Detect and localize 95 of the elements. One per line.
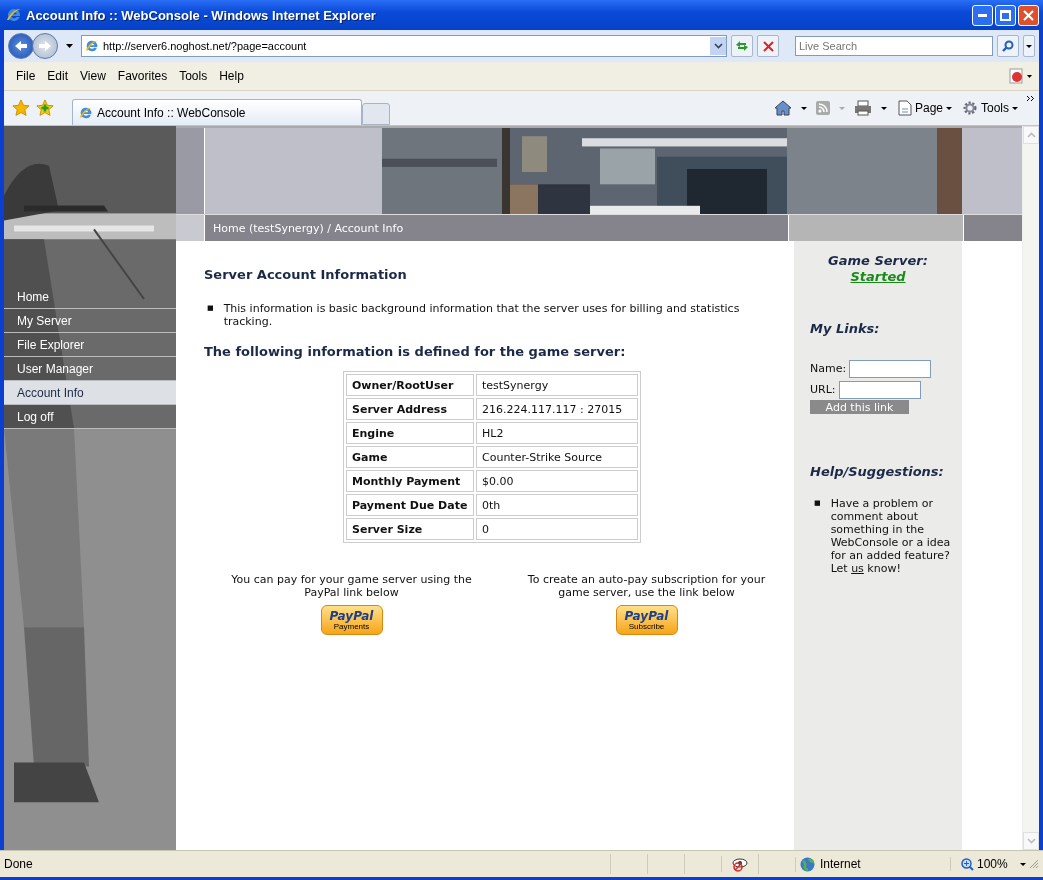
table-cell: 0 [476, 518, 638, 540]
maximize-button[interactable] [995, 4, 1016, 26]
back-button[interactable] [8, 33, 34, 59]
chevron-down-icon [1026, 838, 1036, 844]
table-cell: 0th [476, 494, 638, 516]
payment-text: You can pay for your game server using the PayPal link below [230, 573, 473, 599]
table-cell: testSynergy [476, 374, 638, 396]
links-heading: My Links: [810, 321, 880, 336]
page-icon [897, 100, 912, 116]
tools-menu-button[interactable]: Tools [960, 100, 1020, 116]
caret-icon [946, 106, 952, 110]
back-arrow-icon [14, 40, 28, 52]
search-options-button[interactable] [1023, 35, 1035, 57]
table-cell: HL2 [476, 422, 638, 444]
nav-item[interactable]: File Explorer [4, 333, 176, 357]
payment-text: To create an auto-pay subscription for your game server, use the link below [526, 573, 767, 599]
table-cell: $0.00 [476, 470, 638, 492]
paypal-button[interactable]: PayPal Payments [320, 605, 383, 635]
info-text: This information is basic background information that the server uses for billing and statistics tracking. [223, 302, 741, 328]
chevron-up-icon [1026, 132, 1036, 138]
history-dropdown-icon[interactable] [66, 44, 73, 48]
forward-button[interactable] [32, 33, 58, 59]
minimize-button[interactable] [972, 4, 993, 26]
resize-grip-icon[interactable] [1029, 859, 1039, 869]
address-dropdown-button[interactable] [710, 37, 726, 55]
refresh-button[interactable] [731, 35, 753, 57]
table-cell: Server Size [346, 518, 474, 540]
paypal-button[interactable]: PayPal Subscribe [615, 605, 678, 635]
nav-item[interactable]: My Server [4, 309, 176, 333]
menu-item[interactable]: Favorites [111, 69, 174, 83]
chevron-right-icon[interactable] [1026, 95, 1035, 102]
breadcrumb: Home (testSynergy) / Account Info [213, 221, 404, 235]
nav-item[interactable]: Home [4, 285, 176, 309]
menu-item[interactable]: File [10, 69, 42, 83]
menu-item[interactable]: View [74, 69, 112, 83]
print-icon[interactable] [853, 100, 872, 116]
help-text: Have a problem or comment about something in the WebConsole or a idea for an added feature? Let us know! [830, 497, 951, 575]
menu-item[interactable]: Help [213, 69, 250, 83]
caret-icon[interactable] [800, 106, 807, 110]
page-icon [85, 39, 99, 53]
table-cell: Payment Due Date [346, 494, 474, 516]
security-zone: Internet [820, 857, 861, 871]
page-menu-button[interactable]: Page [895, 100, 954, 116]
menu-item[interactable]: Tools [173, 69, 214, 83]
field-label: Name: [810, 362, 847, 375]
table-cell: Game [346, 446, 474, 468]
section-subheading: The following information is defined for the game server: [204, 344, 627, 359]
maximize-icon [1000, 9, 1011, 21]
server-status-link[interactable]: Started [850, 269, 906, 285]
home-icon[interactable] [773, 100, 792, 116]
browser-tab[interactable]: Account Info :: WebConsole [72, 99, 362, 125]
table-cell: Server Address [346, 398, 474, 420]
forward-arrow-icon [38, 40, 52, 52]
address-field[interactable]: http://server6.noghost.net/?page=account [81, 35, 727, 57]
ie-page-icon [79, 105, 93, 120]
table-cell: 216.224.117.117 : 27015 [476, 398, 638, 420]
name-field[interactable] [849, 359, 932, 378]
privacy-eye-icon[interactable] [731, 856, 749, 872]
caret-icon [1026, 44, 1032, 48]
stop-icon [762, 40, 774, 52]
contact-link[interactable]: us [851, 562, 864, 575]
status-label: Game Server: [828, 253, 928, 269]
globe-icon [800, 856, 815, 872]
chevron-down-icon [713, 43, 723, 49]
search-button[interactable] [997, 35, 1019, 57]
search-field[interactable]: Live Search [795, 36, 993, 56]
close-icon [1023, 9, 1034, 21]
zoom-icon [961, 857, 974, 871]
nav-item[interactable]: Account Info [4, 381, 176, 405]
table-cell: Counter-Strike Source [476, 446, 638, 468]
caret-icon[interactable] [1020, 862, 1026, 866]
close-button[interactable] [1018, 4, 1039, 26]
nav-item[interactable]: Log off [4, 405, 176, 429]
table-cell: Owner/RootUser [346, 374, 474, 396]
refresh-icon [735, 40, 749, 52]
window-title: Account Info :: WebConsole - Windows Internet Explorer [26, 7, 377, 23]
gear-icon [962, 100, 978, 116]
favorites-star-icon[interactable] [12, 99, 30, 117]
table-cell: Monthly Payment [346, 470, 474, 492]
minimize-icon [978, 13, 987, 17]
field-label: URL: [810, 383, 836, 396]
table-cell: Engine [346, 422, 474, 444]
menu-item[interactable]: Edit [41, 69, 75, 83]
search-icon [1002, 40, 1014, 52]
status-text: Done [4, 857, 34, 871]
zoom-button[interactable]: 100% [950, 857, 1017, 871]
breadcrumb-strip [176, 215, 205, 241]
url-field[interactable] [838, 380, 921, 399]
stop-button[interactable] [757, 35, 779, 57]
caret-icon [1012, 106, 1018, 110]
section-heading: Server Account Information [204, 267, 408, 282]
caret-icon[interactable] [880, 106, 887, 110]
help-heading: Help/Suggestions: [810, 464, 944, 479]
add-favorite-icon[interactable] [36, 99, 54, 117]
ie-logo-icon [6, 7, 22, 23]
